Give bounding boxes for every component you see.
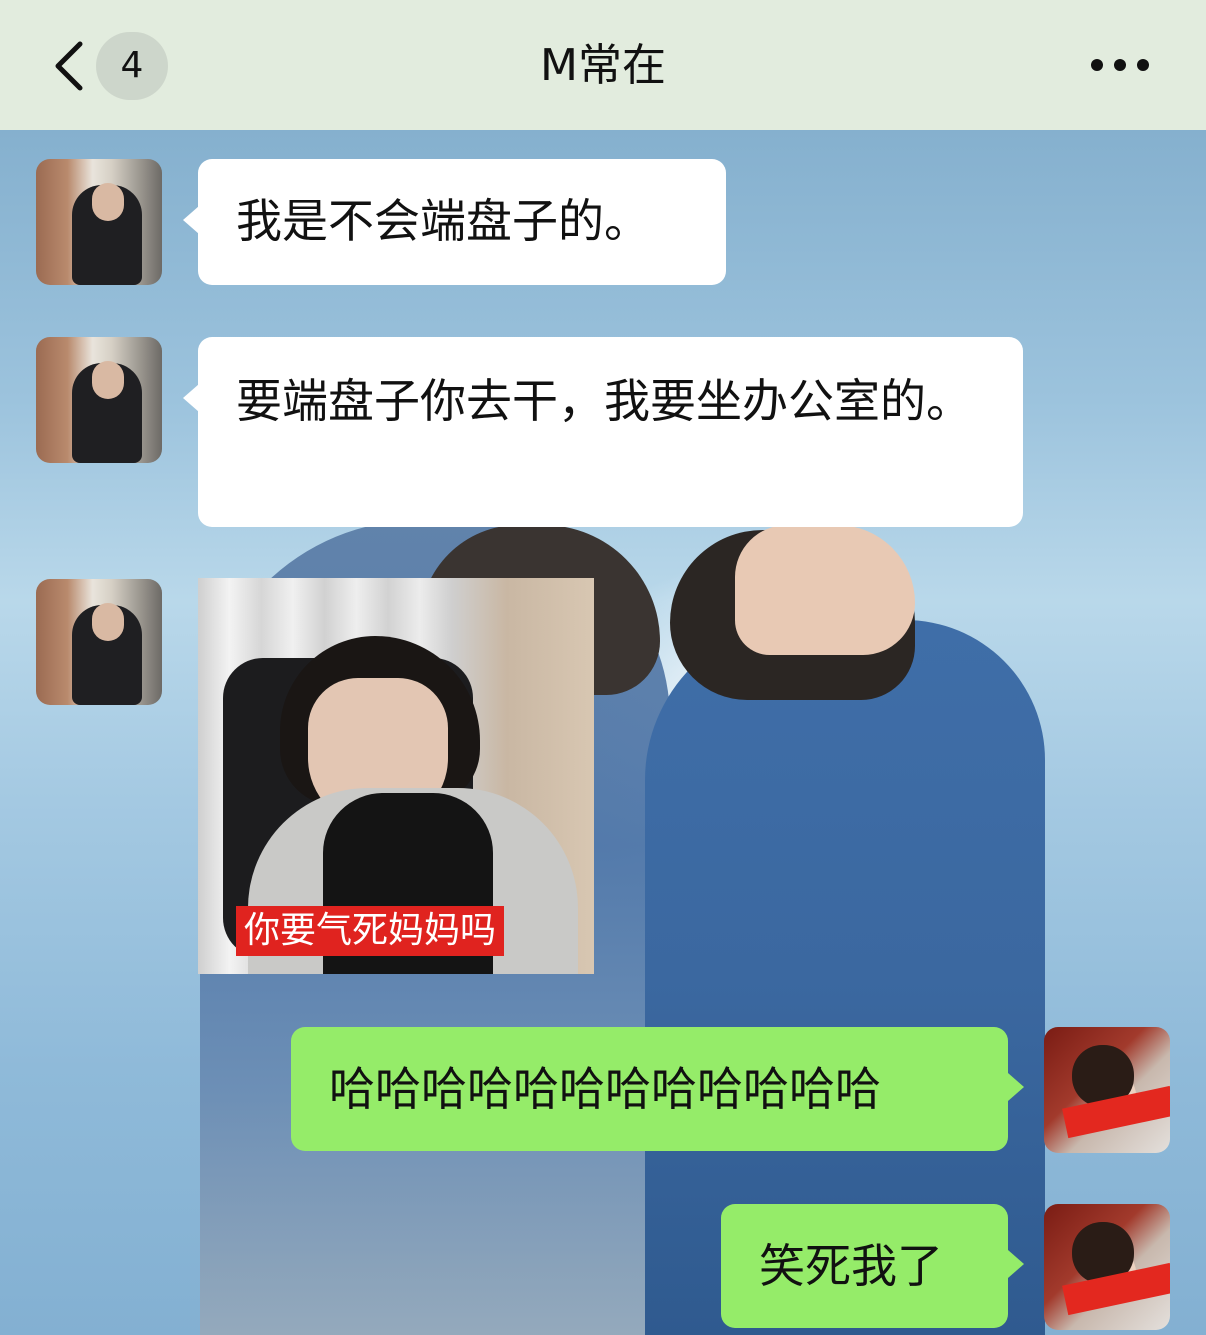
sticker-image[interactable]: 你要气死妈妈吗 bbox=[198, 578, 594, 974]
incoming-message-bubble[interactable]: 我是不会端盘子的。 bbox=[198, 159, 726, 285]
incoming-message-bubble[interactable]: 要端盘子你去干，我要坐办公室的。 bbox=[198, 337, 1023, 527]
sticker-caption: 你要气死妈妈吗 bbox=[236, 906, 505, 956]
bubble-tail bbox=[183, 206, 199, 234]
contact-avatar[interactable] bbox=[36, 579, 162, 705]
bubble-tail bbox=[183, 384, 199, 412]
outgoing-message-bubble[interactable]: 哈哈哈哈哈哈哈哈哈哈哈哈 bbox=[291, 1027, 1008, 1151]
wallpaper-figure-right-face bbox=[735, 525, 915, 655]
unread-count-badge[interactable]: 4 bbox=[96, 32, 168, 100]
chat-title: M常在 bbox=[540, 40, 666, 91]
chat-screen: 4 M常在 我是不会端盘子的。 要端盘子你去干，我要坐办公室的。 你要气死妈妈吗… bbox=[0, 0, 1206, 1335]
contact-avatar[interactable] bbox=[36, 159, 162, 285]
contact-avatar[interactable] bbox=[36, 337, 162, 463]
bubble-tail bbox=[1008, 1250, 1024, 1278]
bubble-tail bbox=[1008, 1073, 1024, 1101]
more-dots-icon[interactable] bbox=[1085, 48, 1155, 82]
self-avatar[interactable] bbox=[1044, 1027, 1170, 1153]
self-avatar[interactable] bbox=[1044, 1204, 1170, 1330]
chat-header: 4 M常在 bbox=[0, 0, 1206, 130]
chevron-left-icon[interactable] bbox=[50, 40, 90, 92]
outgoing-message-bubble[interactable]: 笑死我了 bbox=[721, 1204, 1008, 1328]
